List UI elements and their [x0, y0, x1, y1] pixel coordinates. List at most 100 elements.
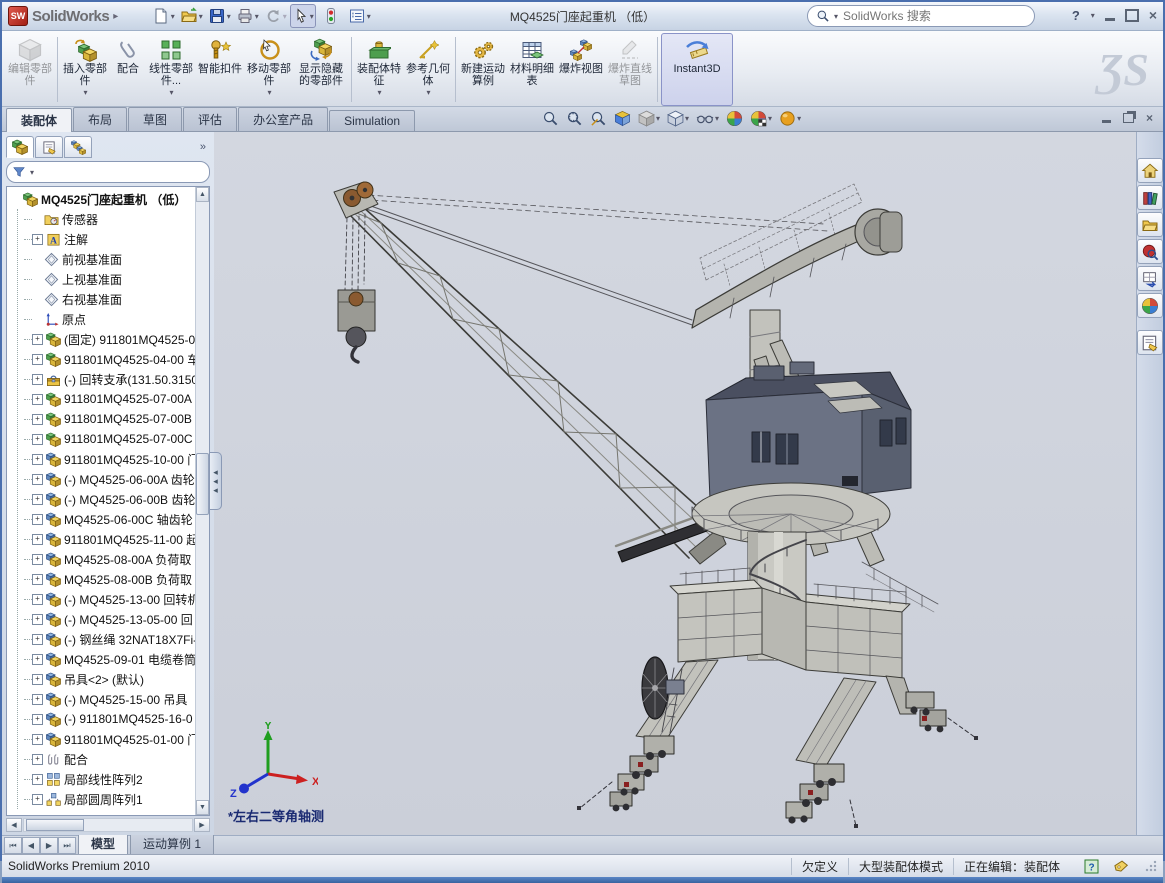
panel-tabs-overflow-chevron[interactable]: »	[200, 141, 210, 153]
filter-caret[interactable]: ▾	[30, 168, 34, 177]
zoom-to-selection-button[interactable]	[588, 109, 609, 128]
expand-toggle[interactable]: +	[32, 594, 43, 605]
minimize-button[interactable]	[1105, 18, 1115, 21]
expand-toggle[interactable]: +	[32, 534, 43, 545]
tree-item-linear-pattern[interactable]: +局部线性阵列2	[18, 769, 195, 789]
tree-item-front-plane[interactable]: 前视基准面	[18, 249, 195, 269]
smart-fasteners-button[interactable]: 智能扣件	[196, 33, 244, 106]
search-scope-caret[interactable]: ▾	[834, 12, 838, 21]
panel-splitter-handle[interactable]: ◂◂◂	[210, 452, 222, 510]
scroll-up-arrow[interactable]: ▲	[196, 187, 209, 202]
display-style-button[interactable]: ▾	[665, 109, 691, 128]
tree-item-top-plane[interactable]: 上视基准面	[18, 269, 195, 289]
tree-item-mates[interactable]: +配合	[18, 749, 195, 769]
scroll-left-arrow[interactable]: ◀	[6, 818, 22, 832]
propertymanager-tab[interactable]	[35, 136, 63, 158]
assembly-features-button[interactable]: 装配体特征▾	[355, 33, 403, 106]
help-button[interactable]: ?	[1072, 8, 1080, 23]
tree-item-component[interactable]: +(-) MQ4525-06-00B 齿轮	[18, 489, 195, 509]
tree-item-component[interactable]: +911801MQ4525-07-00C	[18, 429, 195, 449]
featuremanager-tab[interactable]	[6, 136, 34, 158]
maximize-button[interactable]	[1125, 9, 1139, 22]
view-palette-button[interactable]	[1137, 266, 1163, 291]
configurationmanager-tab[interactable]	[64, 136, 92, 158]
crane-model[interactable]	[214, 132, 1136, 832]
expand-toggle[interactable]: +	[32, 614, 43, 625]
save-button[interactable]: ▾	[206, 4, 232, 28]
expand-toggle[interactable]: +	[32, 774, 43, 785]
expand-toggle[interactable]: +	[32, 474, 43, 485]
tab-assembly[interactable]: 装配体	[6, 108, 72, 132]
tree-item-root[interactable]: MQ4525门座起重机 （低）	[11, 189, 195, 209]
help-caret[interactable]: ▾	[1091, 11, 1095, 20]
tree-item-component[interactable]: +MQ4525-09-01 电缆卷筒	[18, 649, 195, 669]
tab-sketch[interactable]: 草图	[128, 107, 182, 131]
tree-item-component[interactable]: +(-) 911801MQ4525-16-0	[18, 709, 195, 729]
edit-appearance-button[interactable]	[724, 109, 745, 128]
expand-toggle[interactable]: +	[32, 514, 43, 525]
mate-button[interactable]: 配合	[110, 33, 146, 106]
explode-line-sketch-button[interactable]: 爆炸直线草图	[606, 33, 654, 106]
expand-toggle[interactable]: +	[32, 634, 43, 645]
expand-toggle[interactable]: +	[32, 374, 43, 385]
expand-toggle[interactable]: +	[32, 414, 43, 425]
model-tab[interactable]: 模型	[78, 833, 128, 854]
tree-item-component[interactable]: +(-) MQ4525-13-00 回转机	[18, 589, 195, 609]
search-input[interactable]	[841, 8, 1026, 24]
tree-item-component[interactable]: +911801MQ4525-04-00 车	[18, 349, 195, 369]
doc-minimize-button[interactable]	[1102, 120, 1111, 123]
apply-scene-button[interactable]: ▾	[748, 109, 774, 128]
tree-filter[interactable]: ▾	[6, 161, 210, 183]
expand-toggle[interactable]: +	[32, 454, 43, 465]
expand-toggle[interactable]: +	[32, 434, 43, 445]
expand-toggle[interactable]: +	[32, 734, 43, 745]
zoom-to-area-button[interactable]	[564, 109, 585, 128]
exploded-view-button[interactable]: 爆炸视图	[557, 33, 605, 106]
menu-expand-arrow[interactable]: ▸	[113, 11, 118, 22]
graphics-area[interactable]: Y X Z *左右二等角轴测	[214, 132, 1136, 835]
tree-item-component[interactable]: +911801MQ4525-10-00 门	[18, 449, 195, 469]
tree-horizontal-scrollbar[interactable]: ◀ ▶	[6, 818, 210, 832]
tree-item-component[interactable]: +MQ4525-06-00C 轴齿轮	[18, 509, 195, 529]
tree-item-sensors[interactable]: 传感器	[18, 209, 195, 229]
expand-toggle[interactable]: +	[32, 794, 43, 805]
insert-component-button[interactable]: 插入零部件▾	[61, 33, 109, 106]
close-button[interactable]: ×	[1149, 7, 1157, 23]
motion-study-tab[interactable]: 运动算例 1	[130, 833, 214, 854]
reference-geometry-button[interactable]: 参考几何体▾	[404, 33, 452, 106]
section-view-button[interactable]	[612, 109, 633, 128]
tab-simulation[interactable]: Simulation	[329, 110, 415, 131]
first-tab-button[interactable]: ⏮	[4, 837, 22, 854]
search-box[interactable]: ▾	[807, 5, 1035, 27]
expand-toggle[interactable]: +	[32, 354, 43, 365]
scroll-thumb[interactable]	[196, 453, 209, 515]
options-button[interactable]: ▾	[346, 4, 372, 28]
doc-restore-button[interactable]	[1123, 113, 1134, 123]
new-document-button[interactable]: ▾	[150, 4, 176, 28]
appearances-scenes-button[interactable]	[1137, 293, 1163, 318]
expand-toggle[interactable]: +	[32, 234, 43, 245]
solidworks-resources-button[interactable]	[1137, 158, 1163, 183]
tab-office-products[interactable]: 办公室产品	[238, 107, 328, 131]
tree-item-component[interactable]: +(-) MQ4525-15-00 吊具	[18, 689, 195, 709]
selection-filter-button[interactable]	[318, 4, 344, 28]
hide-show-items-button[interactable]: ▾	[694, 110, 721, 127]
tree-item-component[interactable]: +MQ4525-08-00A 负荷取	[18, 549, 195, 569]
show-hidden-components-button[interactable]: 显示隐藏的零部件	[294, 33, 348, 106]
new-motion-study-button[interactable]: 新建运动算例	[459, 33, 507, 106]
scroll-thumb[interactable]	[26, 819, 84, 831]
tree-item-component[interactable]: +吊具<2> (默认)	[18, 669, 195, 689]
custom-properties-button[interactable]	[1137, 330, 1163, 355]
design-library-button[interactable]	[1137, 185, 1163, 210]
tree-item-circular-pattern[interactable]: +局部圆周阵列1	[18, 789, 195, 809]
tree-item-annotations[interactable]: +注解	[18, 229, 195, 249]
expand-toggle[interactable]: +	[32, 554, 43, 565]
expand-toggle[interactable]: +	[32, 494, 43, 505]
expand-toggle[interactable]: +	[32, 334, 43, 345]
tags-button[interactable]	[1113, 859, 1129, 873]
doc-close-button[interactable]: ×	[1146, 111, 1153, 125]
tree-item-right-plane[interactable]: 右视基准面	[18, 289, 195, 309]
tree-item-component[interactable]: +(-) 钢丝绳 32NAT18X7Fi-	[18, 629, 195, 649]
last-tab-button[interactable]: ⏭	[58, 837, 76, 854]
bill-of-materials-button[interactable]: 材料明细表	[508, 33, 556, 106]
